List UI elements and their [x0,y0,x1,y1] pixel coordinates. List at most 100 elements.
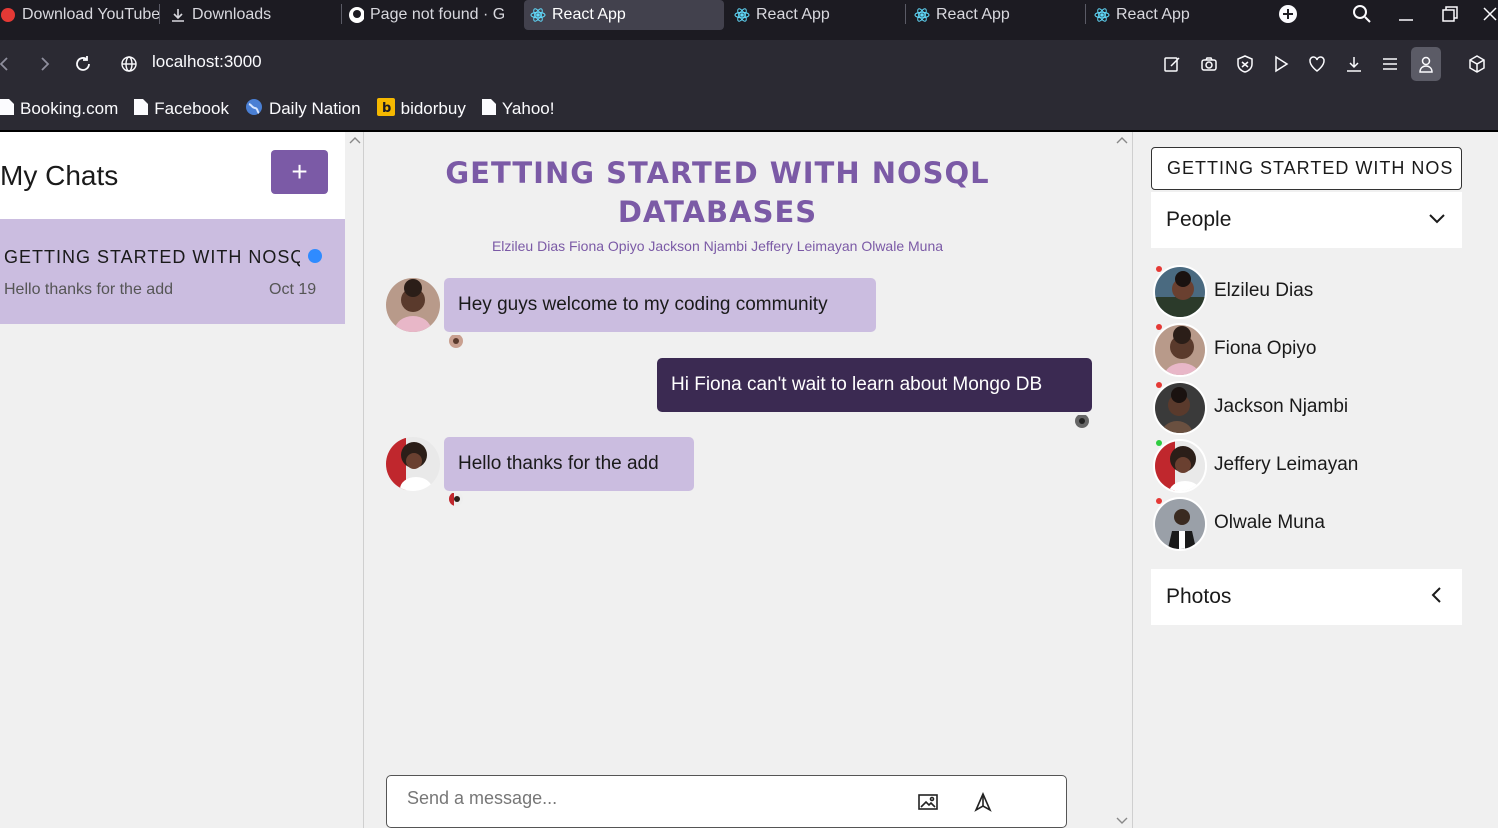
conversation-title: GETTING STARTED WITH NOSQL DATABASES [445,156,990,229]
person-name: Elzileu Dias [1214,280,1314,301]
downloads-icon[interactable] [1342,52,1366,76]
photos-accordion[interactable]: Photos [1151,569,1462,625]
bookmark-label: Booking.com [20,99,119,118]
address-bar[interactable]: localhost:3000 [152,52,262,72]
bookmarks-bar: Booking.com Facebook Daily Nation b bido… [0,88,1498,130]
tab-react-app-4[interactable]: React App [1094,0,1266,30]
person-row[interactable]: Elzileu Dias [1153,265,1453,319]
read-receipt-avatar [449,334,463,348]
people-accordion[interactable]: People [1151,192,1462,248]
conversation-members: Elzileu Dias Fiona Opiyo Jackson Njambi … [491,238,944,254]
status-indicator [1156,498,1162,504]
minimize-icon[interactable] [1394,2,1418,26]
extensions-icon[interactable] [1465,52,1489,76]
react-icon [1094,7,1110,23]
navigation-bar: localhost:3000 [0,40,1498,88]
person-row[interactable]: Fiona Opiyo [1153,323,1453,377]
new-tab-button[interactable] [1276,2,1300,26]
people-label: People [1166,208,1232,231]
status-indicator [1156,440,1162,446]
conversation-scrollbar[interactable] [1114,132,1130,828]
back-icon[interactable] [0,52,16,76]
tab-label: React App [552,6,626,23]
shield-icon[interactable] [1233,52,1257,76]
read-receipt-avatar [449,492,463,506]
send-icon[interactable] [972,791,994,813]
read-receipt-avatar [1075,414,1089,428]
chat-item-preview: Hello thanks for the add [4,281,173,298]
restore-icon[interactable] [1438,2,1462,26]
message-bubble: Hi Fiona can't wait to learn about Mongo… [657,358,1092,412]
tab-label: Downloads [192,6,272,23]
bookmark-daily-nation[interactable]: Daily Nation [245,98,361,121]
edit-icon[interactable] [1160,52,1184,76]
bookmark-facebook[interactable]: Facebook [134,98,229,120]
globe-icon [245,98,263,121]
my-chats-panel: My Chats + GETTING STARTED WITH NOSQL He… [0,132,345,828]
person-name: Jackson Njambi [1214,396,1349,417]
camera-icon[interactable] [1197,52,1221,76]
play-icon[interactable] [1269,52,1293,76]
person-name: Fiona Opiyo [1214,338,1317,359]
menu-icon[interactable] [1378,52,1402,76]
react-icon [530,7,546,23]
svg-text:b: b [382,101,391,116]
search-icon[interactable] [1350,2,1374,26]
tab-react-app-3[interactable]: React App [914,0,1086,30]
message-bubble: Hey guys welcome to my coding community [444,278,876,332]
bookmark-booking[interactable]: Booking.com [0,98,119,120]
tab-react-app-active[interactable]: React App [524,0,724,30]
status-indicator [1156,324,1162,330]
avatar [1153,439,1207,493]
tab-label: React App [936,6,1010,23]
conversation-panel: GETTING STARTED WITH NOSQL DATABASES Elz… [364,132,1132,828]
avatar [1153,323,1207,377]
profile-icon[interactable] [1411,47,1441,81]
image-icon[interactable] [917,791,939,813]
site-info-icon[interactable] [117,52,141,76]
forward-icon[interactable] [33,52,57,76]
left-scrollbar[interactable] [345,132,361,828]
heart-icon[interactable] [1305,52,1329,76]
bookmark-label: bidorbuy [400,99,466,118]
chat-item-title: GETTING STARTED WITH NOSQL [4,247,300,267]
react-icon [734,7,750,23]
youtube-icon [0,7,16,23]
tab-downloads[interactable]: Downloads [170,0,342,30]
bookmark-bidorbuy[interactable]: b bidorbuy [376,97,466,121]
new-group-chat-button[interactable]: + [271,150,328,194]
tab-page-not-found[interactable]: Page not found · G [348,0,516,30]
status-indicator [1156,266,1162,272]
tab-download-youtube[interactable]: Download YouTube [0,0,160,30]
message-input[interactable] [407,788,887,809]
chevron-down-icon [1427,208,1447,232]
bookmark-label: Facebook [154,99,229,118]
avatar [1153,381,1207,435]
chat-name-field[interactable]: GETTING STARTED WITH NOS [1151,147,1462,190]
chat-list-item[interactable]: GETTING STARTED WITH NOSQL Hello thanks … [0,219,345,324]
person-row[interactable]: Jackson Njambi [1153,381,1453,435]
my-chats-header: My Chats + [0,132,345,219]
chevron-left-icon [1427,585,1447,609]
reload-icon[interactable] [71,52,95,76]
download-icon [170,7,186,23]
bookmark-yahoo[interactable]: Yahoo! [481,98,554,120]
avatar [1153,265,1207,319]
react-icon [914,7,930,23]
tab-react-app-2[interactable]: React App [734,0,906,30]
bookmark-label: Daily Nation [268,99,361,118]
tab-label: React App [756,6,830,23]
avatar [386,437,440,491]
page-icon [134,98,149,120]
person-row[interactable]: Jeffery Leimayan [1153,439,1453,493]
person-row[interactable]: Olwale Muna [1153,497,1453,551]
chat-app: My Chats + GETTING STARTED WITH NOSQL He… [0,132,1498,828]
person-name: Jeffery Leimayan [1214,454,1359,475]
bidorbuy-icon: b [376,97,395,121]
tab-label: Download YouTube [22,6,160,23]
page-icon [0,98,14,120]
page-icon [481,98,496,120]
person-name: Olwale Muna [1214,512,1325,533]
chat-item-date: Oct 19 [269,281,317,298]
close-window-icon[interactable] [1478,2,1498,26]
